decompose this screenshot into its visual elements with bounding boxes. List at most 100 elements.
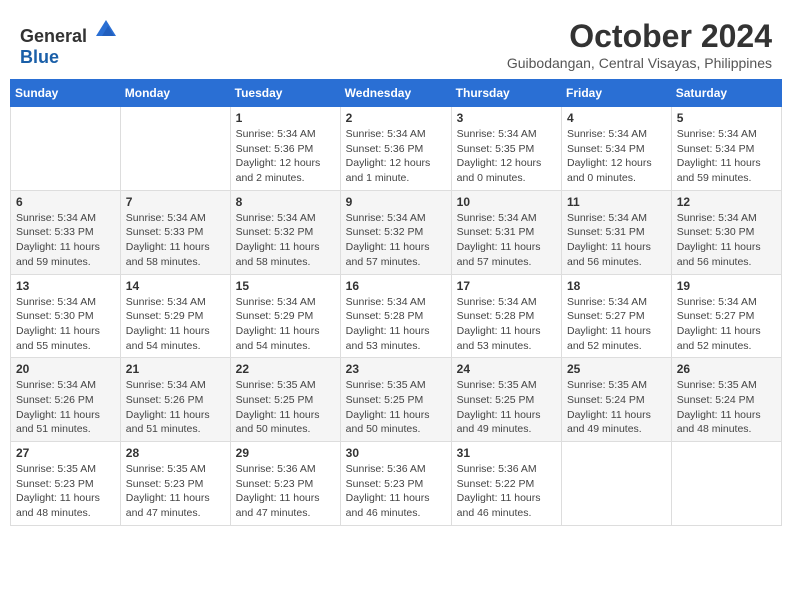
day-number: 7 — [126, 195, 225, 209]
weekday-header-sunday: Sunday — [11, 80, 121, 107]
day-number: 22 — [236, 362, 335, 376]
calendar-day-cell: 28Sunrise: 5:35 AMSunset: 5:23 PMDayligh… — [120, 442, 230, 526]
day-number: 24 — [457, 362, 556, 376]
calendar-table: SundayMondayTuesdayWednesdayThursdayFrid… — [10, 79, 782, 526]
day-detail: Sunrise: 5:34 AMSunset: 5:27 PMDaylight:… — [567, 295, 666, 354]
day-detail: Sunrise: 5:34 AMSunset: 5:27 PMDaylight:… — [677, 295, 776, 354]
day-number: 21 — [126, 362, 225, 376]
day-detail: Sunrise: 5:36 AMSunset: 5:23 PMDaylight:… — [236, 462, 335, 521]
day-detail: Sunrise: 5:34 AMSunset: 5:26 PMDaylight:… — [16, 378, 115, 437]
calendar-day-cell — [671, 442, 781, 526]
calendar-day-cell: 20Sunrise: 5:34 AMSunset: 5:26 PMDayligh… — [11, 358, 121, 442]
calendar-day-cell: 11 Sunrise: 5:34 AMSunset: 5:31 PMDayligh… — [562, 190, 672, 274]
calendar-day-cell — [11, 107, 121, 191]
day-number: 15 — [236, 279, 335, 293]
weekday-header-tuesday: Tuesday — [230, 80, 340, 107]
day-number: 13 — [16, 279, 115, 293]
day-number: 27 — [16, 446, 115, 460]
calendar-day-cell: 7 Sunrise: 5:34 AMSunset: 5:33 PMDaylight… — [120, 190, 230, 274]
calendar-day-cell — [120, 107, 230, 191]
day-detail: Sunrise: 5:34 AMSunset: 5:28 PMDaylight:… — [346, 295, 446, 354]
day-number: 5 — [677, 111, 776, 125]
day-number: 26 — [677, 362, 776, 376]
weekday-header-saturday: Saturday — [671, 80, 781, 107]
calendar-day-cell: 17Sunrise: 5:34 AMSunset: 5:28 PMDayligh… — [451, 274, 561, 358]
day-detail: Sunrise: 5:34 AMSunset: 5:31 PMDaylight:… — [567, 211, 666, 270]
day-detail: Sunrise: 5:35 AMSunset: 5:23 PMDaylight:… — [126, 462, 225, 521]
calendar-day-cell: 9 Sunrise: 5:34 AMSunset: 5:32 PMDaylight… — [340, 190, 451, 274]
day-number: 9 — [346, 195, 446, 209]
calendar-day-cell: 26Sunrise: 5:35 AMSunset: 5:24 PMDayligh… — [671, 358, 781, 442]
day-detail: Sunrise: 5:34 AMSunset: 5:35 PMDaylight:… — [457, 127, 556, 186]
logo-general: General — [20, 26, 87, 46]
calendar-week-row: 13 Sunrise: 5:34 AMSunset: 5:30 PMDayligh… — [11, 274, 782, 358]
day-detail: Sunrise: 5:34 AMSunset: 5:31 PMDaylight:… — [457, 211, 556, 270]
calendar-day-cell: 19 Sunrise: 5:34 AMSunset: 5:27 PMDayligh… — [671, 274, 781, 358]
calendar-week-row: 1Sunrise: 5:34 AMSunset: 5:36 PMDaylight… — [11, 107, 782, 191]
day-number: 11 — [567, 195, 666, 209]
day-number: 19 — [677, 279, 776, 293]
day-detail: Sunrise: 5:34 AMSunset: 5:29 PMDaylight:… — [126, 295, 225, 354]
calendar-day-cell: 21 Sunrise: 5:34 AMSunset: 5:26 PMDayligh… — [120, 358, 230, 442]
calendar-day-cell: 14 Sunrise: 5:34 AMSunset: 5:29 PMDayligh… — [120, 274, 230, 358]
logo-text: General Blue — [20, 18, 118, 68]
day-detail: Sunrise: 5:34 AMSunset: 5:32 PMDaylight:… — [346, 211, 446, 270]
calendar-day-cell: 31Sunrise: 5:36 AMSunset: 5:22 PMDayligh… — [451, 442, 561, 526]
logo: General Blue — [20, 18, 118, 68]
day-number: 23 — [346, 362, 446, 376]
calendar-day-cell: 1Sunrise: 5:34 AMSunset: 5:36 PMDaylight… — [230, 107, 340, 191]
day-number: 4 — [567, 111, 666, 125]
logo-icon — [94, 18, 118, 42]
page-header: General Blue October 2024 Guibodangan, C… — [10, 10, 782, 71]
day-detail: Sunrise: 5:36 AMSunset: 5:23 PMDaylight:… — [346, 462, 446, 521]
day-number: 2 — [346, 111, 446, 125]
weekday-header-thursday: Thursday — [451, 80, 561, 107]
calendar-day-cell: 5Sunrise: 5:34 AMSunset: 5:34 PMDaylight… — [671, 107, 781, 191]
calendar-day-cell: 29 Sunrise: 5:36 AMSunset: 5:23 PMDayligh… — [230, 442, 340, 526]
calendar-day-cell: 27 Sunrise: 5:35 AMSunset: 5:23 PMDayligh… — [11, 442, 121, 526]
day-detail: Sunrise: 5:35 AMSunset: 5:23 PMDaylight:… — [16, 462, 115, 521]
day-detail: Sunrise: 5:34 AMSunset: 5:36 PMDaylight:… — [346, 127, 446, 186]
weekday-header-monday: Monday — [120, 80, 230, 107]
calendar-day-cell: 30 Sunrise: 5:36 AMSunset: 5:23 PMDayligh… — [340, 442, 451, 526]
calendar-day-cell: 18 Sunrise: 5:34 AMSunset: 5:27 PMDayligh… — [562, 274, 672, 358]
day-number: 16 — [346, 279, 446, 293]
day-number: 29 — [236, 446, 335, 460]
day-detail: Sunrise: 5:34 AMSunset: 5:34 PMDaylight:… — [567, 127, 666, 186]
day-number: 17 — [457, 279, 556, 293]
calendar-day-cell: 2 Sunrise: 5:34 AMSunset: 5:36 PMDaylight… — [340, 107, 451, 191]
calendar-day-cell: 12 Sunrise: 5:34 AMSunset: 5:30 PMDayligh… — [671, 190, 781, 274]
calendar-week-row: 27 Sunrise: 5:35 AMSunset: 5:23 PMDayligh… — [11, 442, 782, 526]
location-subtitle: Guibodangan, Central Visayas, Philippine… — [507, 55, 772, 71]
day-number: 10 — [457, 195, 556, 209]
day-number: 6 — [16, 195, 115, 209]
day-detail: Sunrise: 5:35 AMSunset: 5:25 PMDaylight:… — [346, 378, 446, 437]
calendar-day-cell: 25Sunrise: 5:35 AMSunset: 5:24 PMDayligh… — [562, 358, 672, 442]
day-detail: Sunrise: 5:34 AMSunset: 5:32 PMDaylight:… — [236, 211, 335, 270]
day-detail: Sunrise: 5:34 AMSunset: 5:29 PMDaylight:… — [236, 295, 335, 354]
calendar-day-cell: 3 Sunrise: 5:34 AMSunset: 5:35 PMDaylight… — [451, 107, 561, 191]
weekday-header-friday: Friday — [562, 80, 672, 107]
day-detail: Sunrise: 5:34 AMSunset: 5:36 PMDaylight:… — [236, 127, 335, 186]
day-detail: Sunrise: 5:35 AMSunset: 5:24 PMDaylight:… — [567, 378, 666, 437]
calendar-day-cell: 15 Sunrise: 5:34 AMSunset: 5:29 PMDayligh… — [230, 274, 340, 358]
day-detail: Sunrise: 5:35 AMSunset: 5:25 PMDaylight:… — [236, 378, 335, 437]
day-detail: Sunrise: 5:34 AMSunset: 5:30 PMDaylight:… — [677, 211, 776, 270]
day-detail: Sunrise: 5:34 AMSunset: 5:33 PMDaylight:… — [126, 211, 225, 270]
day-number: 12 — [677, 195, 776, 209]
logo-blue: Blue — [20, 47, 59, 67]
day-number: 30 — [346, 446, 446, 460]
weekday-header-wednesday: Wednesday — [340, 80, 451, 107]
day-number: 14 — [126, 279, 225, 293]
calendar-day-cell — [562, 442, 672, 526]
day-detail: Sunrise: 5:34 AMSunset: 5:26 PMDaylight:… — [126, 378, 225, 437]
calendar-day-cell: 6Sunrise: 5:34 AMSunset: 5:33 PMDaylight… — [11, 190, 121, 274]
calendar-day-cell: 4 Sunrise: 5:34 AMSunset: 5:34 PMDaylight… — [562, 107, 672, 191]
day-detail: Sunrise: 5:34 AMSunset: 5:30 PMDaylight:… — [16, 295, 115, 354]
calendar-week-row: 20Sunrise: 5:34 AMSunset: 5:26 PMDayligh… — [11, 358, 782, 442]
calendar-day-cell: 23 Sunrise: 5:35 AMSunset: 5:25 PMDayligh… — [340, 358, 451, 442]
day-number: 3 — [457, 111, 556, 125]
calendar-day-cell: 16 Sunrise: 5:34 AMSunset: 5:28 PMDayligh… — [340, 274, 451, 358]
day-number: 18 — [567, 279, 666, 293]
day-detail: Sunrise: 5:36 AMSunset: 5:22 PMDaylight:… — [457, 462, 556, 521]
